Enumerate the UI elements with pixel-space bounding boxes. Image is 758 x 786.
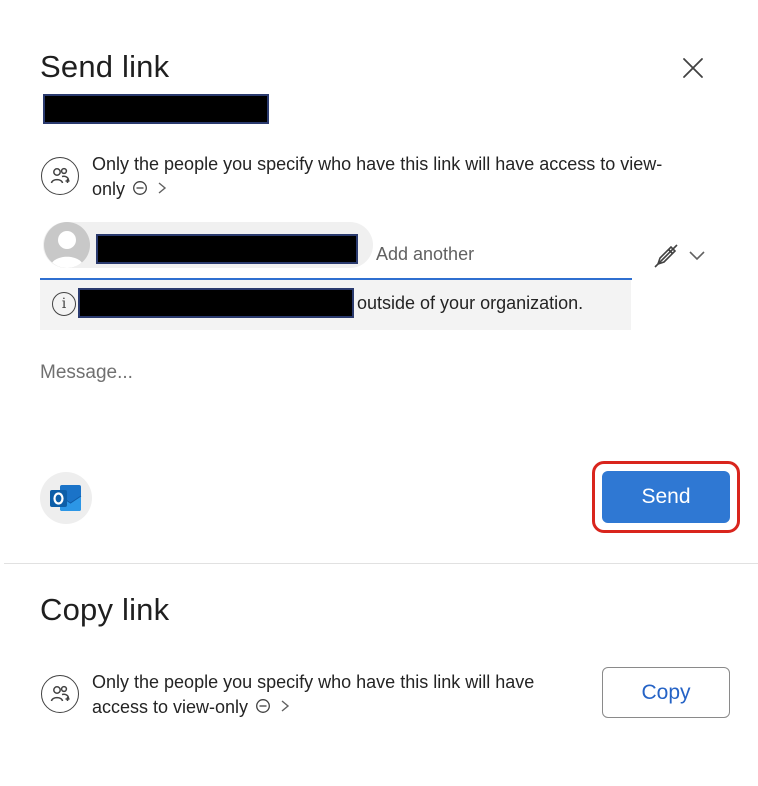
eye-off-icon bbox=[256, 699, 271, 713]
access-description-line2-row: only bbox=[92, 177, 712, 202]
section-divider bbox=[4, 563, 758, 564]
redacted-recipient-name bbox=[96, 234, 358, 264]
close-button[interactable] bbox=[670, 50, 716, 86]
permission-dropdown[interactable] bbox=[652, 236, 724, 276]
add-another-input[interactable]: Add another bbox=[376, 244, 474, 265]
edit-pencil-icon bbox=[654, 244, 678, 268]
message-input[interactable]: Message... bbox=[40, 362, 133, 384]
people-icon bbox=[41, 157, 79, 195]
copy-button[interactable]: Copy bbox=[602, 667, 730, 718]
copy-access-description[interactable]: Only the people you specify who have thi… bbox=[92, 670, 592, 720]
redacted-file-name bbox=[43, 94, 269, 124]
copy-access-line2: access to view-only bbox=[92, 697, 249, 717]
access-description-line1: Only the people you specify who have thi… bbox=[92, 154, 663, 174]
chevron-right-icon bbox=[157, 177, 167, 202]
send-link-title: Send link bbox=[40, 49, 170, 84]
eye-off-icon bbox=[133, 181, 147, 195]
redacted-recipient-email bbox=[78, 288, 354, 318]
access-description-line2: only bbox=[92, 179, 126, 199]
external-recipient-notice: i outside of your organization. bbox=[40, 280, 631, 330]
outlook-button[interactable] bbox=[40, 472, 92, 524]
recipient-input-area[interactable]: Add another bbox=[40, 216, 632, 280]
chevron-down-icon bbox=[689, 251, 705, 261]
outlook-icon bbox=[50, 485, 82, 511]
copy-access-line2-row: access to view-only bbox=[92, 695, 592, 720]
copy-link-title: Copy link bbox=[40, 592, 170, 627]
close-icon bbox=[683, 58, 703, 78]
avatar-icon bbox=[44, 222, 90, 268]
notice-text: outside of your organization. bbox=[357, 293, 584, 313]
copy-access-line1: Only the people you specify who have thi… bbox=[92, 672, 535, 692]
info-icon: i bbox=[52, 292, 76, 316]
send-access-description[interactable]: Only the people you specify who have thi… bbox=[92, 152, 712, 202]
people-icon bbox=[41, 675, 79, 713]
send-button[interactable]: Send bbox=[602, 471, 730, 523]
chevron-right-icon bbox=[280, 695, 290, 720]
